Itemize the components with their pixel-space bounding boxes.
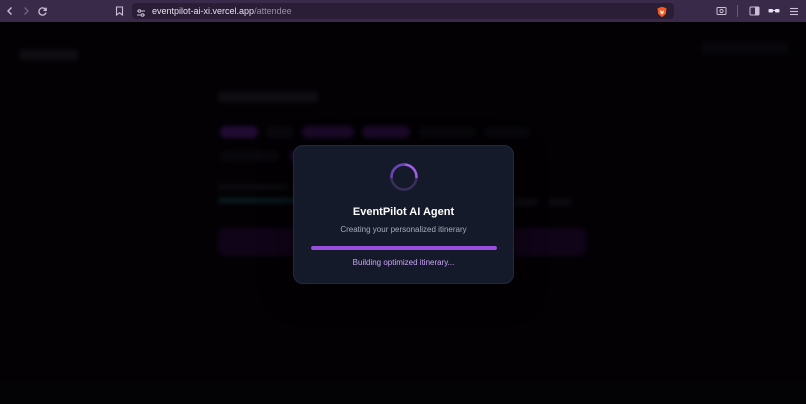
brave-shield-icon[interactable] [656, 5, 668, 18]
forward-icon[interactable] [18, 3, 34, 19]
url-path: /attendee [254, 6, 292, 16]
extensions-icon[interactable] [766, 3, 782, 19]
loading-spinner-icon [390, 163, 418, 191]
menu-icon[interactable] [786, 3, 802, 19]
site-settings-icon[interactable] [136, 5, 146, 23]
modal-subtitle: Creating your personalized itinerary [340, 225, 467, 234]
bookmark-icon[interactable] [111, 3, 127, 19]
url-text[interactable]: eventpilot-ai-xi.vercel.app/attendee [152, 5, 292, 17]
url-host: eventpilot-ai-xi.vercel.app [152, 6, 255, 16]
page-viewport: EventPilot AI Agent Creating your person… [0, 22, 806, 404]
modal-status-text: Building optimized itinerary... [352, 258, 455, 267]
progress-bar-fill [311, 246, 497, 250]
progress-bar [311, 246, 497, 250]
back-icon[interactable] [2, 3, 18, 19]
loading-modal: EventPilot AI Agent Creating your person… [293, 145, 514, 284]
browser-toolbar: eventpilot-ai-xi.vercel.app/attendee [0, 0, 806, 22]
screenshot-icon[interactable] [713, 3, 729, 19]
toolbar-divider [737, 5, 738, 17]
reload-icon[interactable] [34, 3, 50, 19]
sidebar-icon[interactable] [746, 3, 762, 19]
modal-title: EventPilot AI Agent [352, 206, 455, 218]
address-bar[interactable]: eventpilot-ai-xi.vercel.app/attendee [132, 3, 674, 19]
